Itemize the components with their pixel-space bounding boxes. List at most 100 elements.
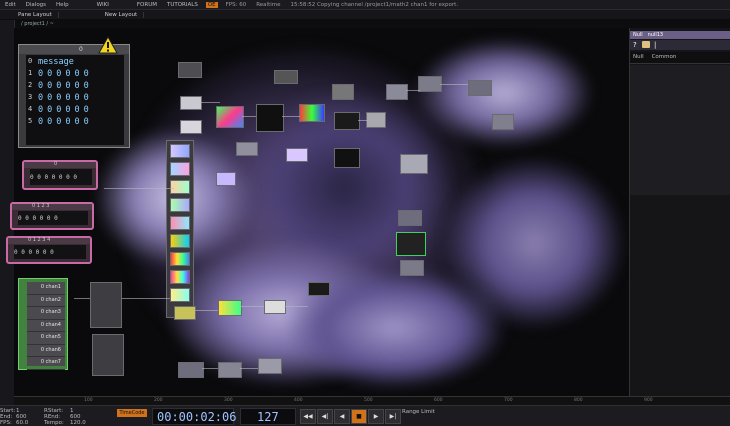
chop-box-1[interactable]: 0 0 0 0 0 0 0 0 (22, 160, 98, 190)
list-item[interactable]: 0 chan1 (27, 282, 65, 295)
top-op-y[interactable] (174, 306, 196, 320)
perform-mode-button[interactable]: OE (205, 1, 218, 8)
wire (194, 310, 218, 311)
menu-wiki[interactable]: WIKI (92, 2, 114, 8)
list-item[interactable]: 0 chan3 (27, 307, 65, 320)
top-op-u[interactable] (400, 260, 424, 276)
top-thumb-9[interactable] (170, 288, 190, 302)
path-text[interactable]: / project1 / ~ (18, 21, 57, 27)
timecode-display[interactable]: 00:00:02:06 (152, 408, 236, 425)
lock-icon[interactable] (642, 41, 650, 48)
top-op-a[interactable] (178, 62, 202, 78)
fps-label: FPS: (0, 420, 12, 426)
top-op-t[interactable] (398, 210, 422, 226)
range-limit-label[interactable]: Range Limit (402, 409, 435, 415)
top-op-b[interactable] (274, 70, 298, 84)
top-op-r[interactable] (400, 154, 428, 174)
top-op-selected[interactable] (396, 232, 426, 256)
container-op-b[interactable] (92, 334, 124, 376)
new-layout-button[interactable]: New Layout (99, 11, 145, 18)
tab-null[interactable]: Null (630, 54, 647, 60)
top-thumb-4[interactable] (170, 198, 190, 212)
top-op-v[interactable] (308, 282, 330, 296)
param-op-name[interactable]: null13 (645, 32, 663, 38)
table-dat[interactable]: 0 0 message 1000000 2000000 3000000 40000… (18, 44, 130, 148)
param-body (630, 65, 730, 195)
param-type-bar: Null null13 (630, 31, 730, 39)
list-item[interactable]: 0 chan2 (27, 295, 65, 307)
timecode-mode-button[interactable]: TimeCode (117, 409, 147, 417)
tab-common[interactable]: Common (649, 54, 680, 60)
chop-box-3[interactable]: 0 1 2 3 4 0 0 0 0 0 0 (6, 236, 92, 264)
rewind-button[interactable]: ◀◀ (300, 409, 316, 424)
top-op-f[interactable] (256, 104, 284, 132)
top-thumb-2[interactable] (170, 162, 190, 176)
top-op-w[interactable] (264, 300, 286, 314)
top-op-n[interactable] (492, 114, 514, 130)
top-op-x[interactable] (218, 300, 242, 316)
tempo-label: Tempo: (44, 420, 64, 426)
table-row: 4000000 (28, 105, 89, 115)
top-thumb-5[interactable] (170, 216, 190, 230)
top-op-o[interactable] (236, 142, 258, 156)
list-item[interactable]: 0 chan5 (27, 332, 65, 345)
top-op-p[interactable] (286, 148, 308, 162)
top-thumb-3[interactable] (170, 180, 190, 194)
top-op-d[interactable] (180, 120, 202, 134)
top-op-i[interactable] (334, 112, 360, 130)
chop-box-2[interactable]: 0 1 2 3 0 0 0 0 0 0 (10, 202, 94, 230)
menu-tutorials[interactable]: TUTORIALS (162, 2, 203, 8)
pane-layout-button[interactable]: Pane Layout (0, 11, 59, 18)
text-cursor-icon: | (654, 41, 657, 49)
wire (406, 90, 420, 91)
row-index: 0 (28, 57, 33, 65)
top-op-z[interactable] (178, 362, 204, 378)
menu-dialogs[interactable]: Dialogs (21, 2, 51, 8)
swirl-top (414, 38, 594, 148)
channel-list-panel[interactable]: 0 chan1 0 chan2 0 chan3 0 chan4 0 chan5 … (18, 278, 68, 370)
top-op-g[interactable] (299, 104, 325, 122)
top-thumb-7[interactable] (170, 252, 190, 266)
top-op-k[interactable] (386, 84, 408, 100)
top-thumb-8[interactable] (170, 270, 190, 284)
row-index: 2 (28, 81, 33, 89)
timeline-tick: 700 (504, 398, 513, 403)
top-op-j[interactable] (366, 112, 386, 128)
row-index: 3 (28, 93, 33, 101)
fps-value[interactable]: 60.0 (16, 420, 28, 426)
wire (200, 102, 220, 103)
step-back-button[interactable]: ◀| (317, 409, 333, 424)
tempo-value[interactable]: 120.0 (70, 420, 86, 426)
top-op-q[interactable] (334, 148, 360, 168)
play-backward-button[interactable]: ◀ (334, 409, 350, 424)
list-item[interactable]: 0 chan4 (27, 320, 65, 332)
wire (242, 116, 256, 117)
menu-forum[interactable]: FORUM (132, 2, 162, 8)
top-op-aa[interactable] (218, 362, 242, 378)
menu-help[interactable]: Help (51, 2, 74, 8)
table-dat-viewer: 0 message 1000000 2000000 3000000 4000000… (26, 55, 124, 145)
menu-edit[interactable]: Edit (0, 2, 21, 8)
param-type-label: Null (633, 32, 643, 38)
top-op-e[interactable] (216, 106, 244, 128)
question-icon[interactable]: ? (633, 41, 637, 49)
container-op-a[interactable] (90, 282, 122, 328)
frame-text: 127 (257, 410, 279, 424)
top-op-h[interactable] (332, 84, 354, 100)
realtime-toggle[interactable]: Realtime (251, 2, 285, 8)
warning-icon[interactable] (98, 35, 118, 54)
top-thumb-1[interactable] (170, 144, 190, 158)
top-op-m[interactable] (468, 80, 492, 96)
row-index: 5 (28, 117, 33, 125)
top-thumb-6[interactable] (170, 234, 190, 248)
top-op-c[interactable] (180, 96, 202, 110)
top-op-bb[interactable] (258, 358, 282, 374)
frame-field[interactable]: 127 (240, 408, 296, 425)
stop-button[interactable]: ■ (351, 409, 367, 424)
top-op-s[interactable] (216, 172, 236, 186)
list-item[interactable]: 0 chan7 (27, 357, 65, 370)
list-item[interactable]: 0 chan6 (27, 345, 65, 357)
top-op-l[interactable] (418, 76, 442, 92)
step-forward-button[interactable]: ▶| (385, 409, 401, 424)
play-button[interactable]: ▶ (368, 409, 384, 424)
